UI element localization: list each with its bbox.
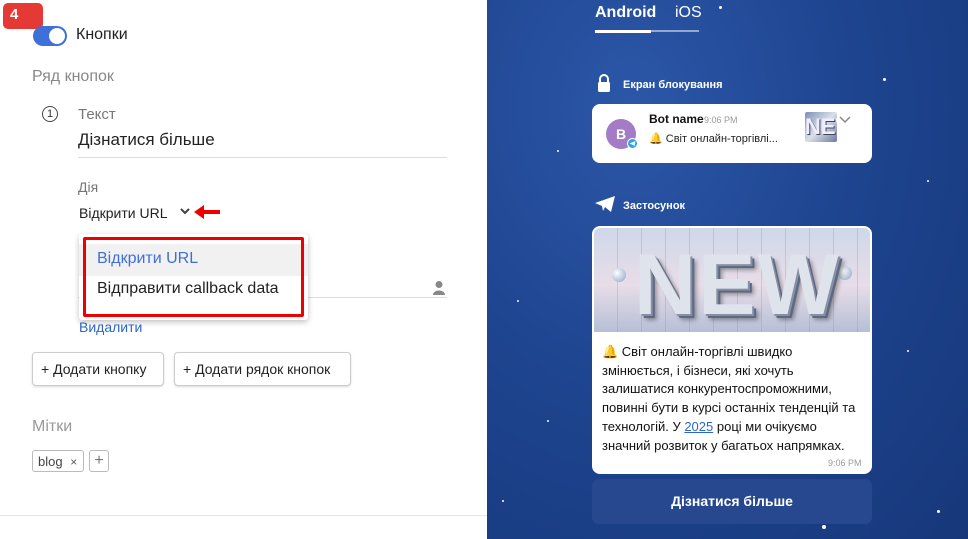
message-card: NEW 🔔 Світ онлайн-торгівлі швидко змінює… xyxy=(592,226,872,474)
text-field-value[interactable]: Дізнатися більше xyxy=(78,130,215,150)
message-link[interactable]: 2025 xyxy=(684,419,713,434)
send-icon xyxy=(594,195,616,218)
lock-screen-notification: B Bot name 9:06 PM 🔔 Світ онлайн-торгівл… xyxy=(592,104,872,163)
tag-blog: blog × xyxy=(32,450,84,472)
preview-panel: Android iOS Екран блокування B Bot name … xyxy=(487,0,968,539)
add-tag-button[interactable]: + xyxy=(89,450,109,472)
buttons-toggle-label: Кнопки xyxy=(76,26,128,43)
app-section-title: Застосунок xyxy=(623,200,686,212)
action-select-value[interactable]: Відкрити URL xyxy=(79,205,167,221)
button-number: 1 xyxy=(42,106,58,122)
delete-button-link[interactable]: Видалити xyxy=(79,319,142,335)
toggle-knob xyxy=(49,28,65,44)
telegram-icon xyxy=(627,138,638,149)
notification-text: 🔔 Світ онлайн-торгівлі... xyxy=(649,133,778,145)
chevron-down-icon[interactable] xyxy=(179,204,191,223)
tab-android[interactable]: Android xyxy=(595,4,656,22)
add-row-button[interactable]: + Додати рядок кнопок xyxy=(174,352,351,386)
action-field-label: Дія xyxy=(78,179,99,195)
message-image: NEW xyxy=(594,228,870,332)
step-badge: 4 xyxy=(3,3,43,29)
tag-label: blog xyxy=(38,454,63,469)
text-field-label: Текст xyxy=(78,106,116,123)
notification-thumbnail: NEW xyxy=(805,112,837,142)
notification-time: 9:06 PM xyxy=(704,115,738,125)
tag-remove-icon[interactable]: × xyxy=(70,455,77,469)
image-new-text: NEW xyxy=(634,237,841,332)
panel-divider xyxy=(0,515,487,516)
lock-screen-title: Екран блокування xyxy=(623,79,723,91)
text-field-underline xyxy=(78,157,447,158)
red-arrow-icon xyxy=(194,204,222,225)
highlight-box xyxy=(83,237,304,317)
message-time: 9:06 PM xyxy=(828,458,862,468)
add-button-button[interactable]: + Додати кнопку xyxy=(32,352,164,386)
thumbnail-text: NEW xyxy=(805,114,837,139)
tags-section-title: Мітки xyxy=(32,418,73,435)
notification-bot-name: Bot name xyxy=(649,112,704,126)
buttons-toggle[interactable] xyxy=(33,26,67,46)
row-section-title: Ряд кнопок xyxy=(32,68,114,85)
lock-icon xyxy=(597,74,611,97)
expand-chevron-icon[interactable] xyxy=(838,112,852,130)
message-text: 🔔 Світ онлайн-торгівлі швидко змінюється… xyxy=(602,343,867,455)
inline-keyboard-button[interactable]: Дізнатися більше xyxy=(592,479,872,524)
editor-panel: 4 Кнопки Ряд кнопок 1 Текст Дізнатися бі… xyxy=(0,0,487,539)
person-icon xyxy=(433,280,445,301)
tab-ios[interactable]: iOS xyxy=(675,4,702,22)
tab-active-indicator xyxy=(595,30,651,33)
